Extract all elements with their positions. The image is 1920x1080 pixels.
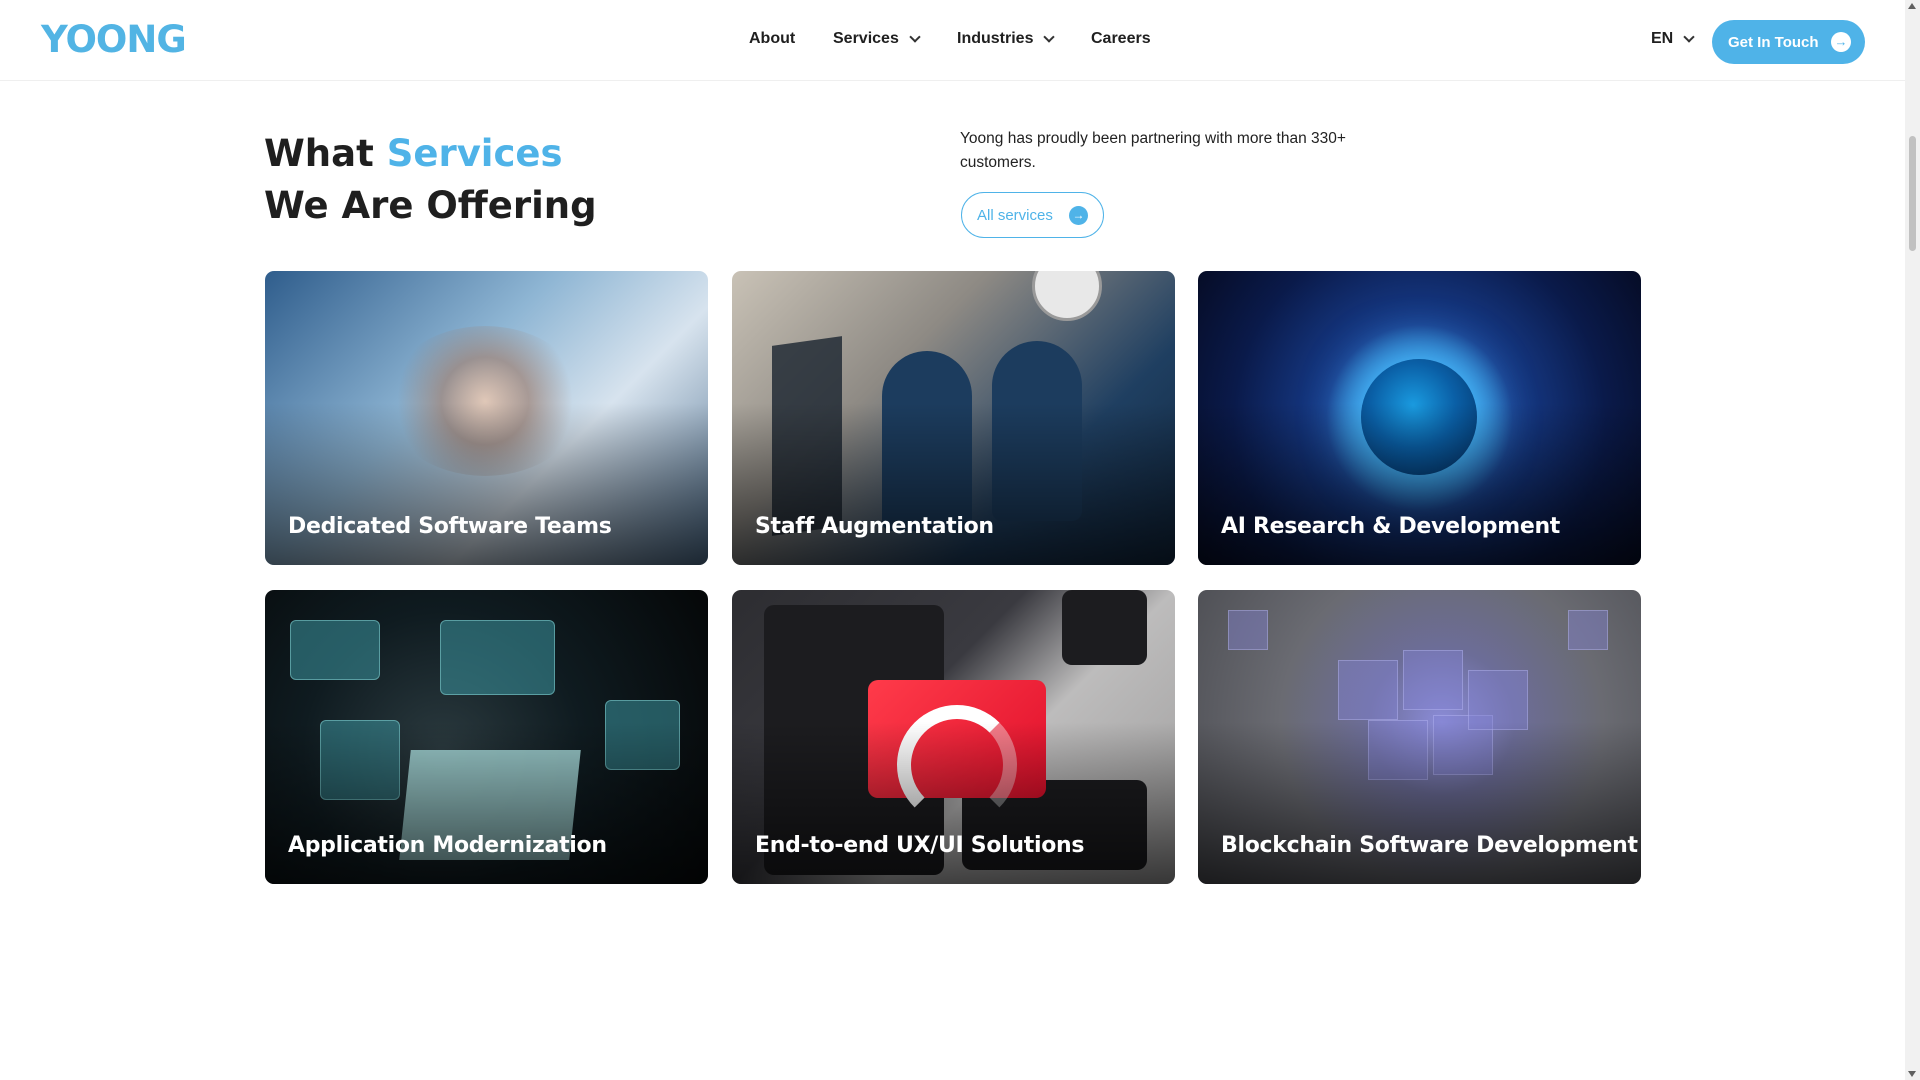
service-card-staff-augmentation[interactable]: Staff Augmentation [732,271,1175,565]
service-card-app-modernization[interactable]: Application Modernization [265,590,708,884]
section-title: What Services We Are Offering [264,128,597,232]
title-line2: We Are Offering [264,184,597,227]
get-in-touch-label: Get In Touch [1728,33,1819,51]
cube-image [1568,610,1608,650]
chevron-down-icon [1683,30,1695,43]
hologram-panel [290,620,380,680]
cube-image [1403,650,1463,710]
arrow-right-icon: → [1069,206,1088,225]
get-in-touch-button[interactable]: Get In Touch → [1712,20,1865,64]
service-card-dedicated-teams[interactable]: Dedicated Software Teams [265,271,708,565]
card-gradient [732,722,1175,884]
cube-image [1338,660,1398,720]
card-gradient [1198,722,1641,884]
card-title: Blockchain Software Development [1221,833,1638,858]
nav-services-label: Services [833,30,899,47]
card-title: AI Research & Development [1221,514,1561,539]
all-services-button[interactable]: All services → [961,192,1104,238]
chevron-down-icon [909,30,921,43]
language-selector[interactable]: EN [1651,30,1695,48]
service-card-ai-research[interactable]: AI Research & Development [1198,271,1641,565]
cube-image [1228,610,1268,650]
site-header: YOONG About Services Industries Careers … [0,0,1905,81]
card-title: End-to-end UX/UI Solutions [755,833,1085,858]
service-card-ux-ui[interactable]: End-to-end UX/UI Solutions [732,590,1175,884]
card-gradient [265,722,708,884]
chevron-down-icon [1043,30,1056,43]
nav-about-label: About [749,30,796,47]
card-gradient [265,403,708,565]
card-title: Dedicated Software Teams [288,514,612,539]
nav-industries-label: Industries [957,30,1034,47]
yoong-logo[interactable]: YOONG [41,18,187,61]
scroll-thumb[interactable] [1909,136,1916,251]
scroll-down-icon[interactable] [1908,1071,1916,1077]
nav-services[interactable]: Services [833,30,921,48]
language-label: EN [1651,30,1674,47]
scroll-up-icon[interactable] [1908,3,1916,9]
all-services-label: All services [977,206,1053,224]
nav-industries[interactable]: Industries [957,30,1056,48]
app-screen-image [1062,590,1147,665]
intro-text: Yoong has proudly been partnering with m… [960,130,1346,171]
service-card-blockchain[interactable]: Blockchain Software Development [1198,590,1641,884]
card-gradient [732,403,1175,565]
card-title: Staff Augmentation [755,514,994,539]
page-scrollbar[interactable] [1905,0,1920,1080]
hologram-panel [440,620,555,695]
arrow-right-icon: → [1831,32,1851,52]
clock-image [1032,271,1102,321]
nav-about[interactable]: About [749,30,795,48]
card-gradient [1198,403,1641,565]
title-part1: What [264,132,387,175]
title-accent: Services [386,132,563,175]
nav-careers-label: Careers [1091,30,1151,47]
cube-image [1468,670,1528,730]
nav-careers[interactable]: Careers [1091,30,1151,48]
card-title: Application Modernization [288,833,607,858]
